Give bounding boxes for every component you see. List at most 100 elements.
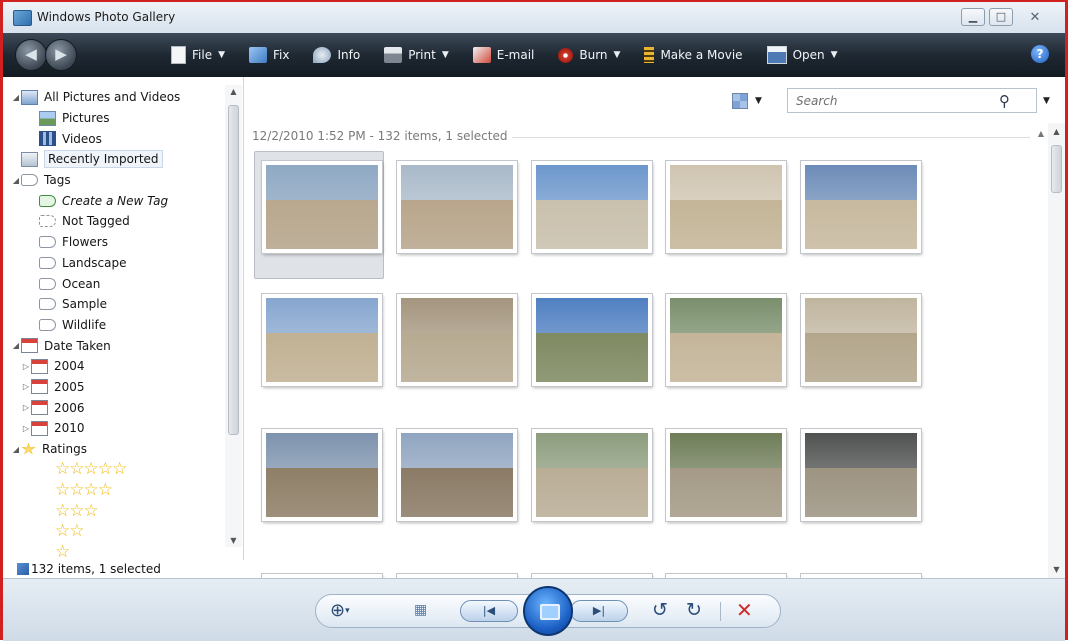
rotate-left-icon: ↺ <box>652 599 668 621</box>
nav-item-2004[interactable]: ▷ 2004 <box>3 356 225 377</box>
photo-thumbnail[interactable] <box>262 161 382 253</box>
nav-item-pictures[interactable]: Pictures <box>3 108 225 129</box>
toolbar-burn-button[interactable]: Burn ▼ <box>558 47 620 63</box>
photo-ground <box>266 468 378 517</box>
collapse-group-icon[interactable]: ▲ <box>1038 129 1044 138</box>
status-edit-icon <box>17 563 29 575</box>
toolbar-fix-button[interactable]: Fix <box>249 47 289 63</box>
nav-item-wildlife[interactable]: Wildlife <box>3 315 225 336</box>
collapsed-arrow-icon[interactable]: ▷ <box>21 382 31 391</box>
nav-item-flowers[interactable]: Flowers <box>3 232 225 253</box>
photo-thumbnail[interactable] <box>801 294 921 386</box>
toolbar-e-mail-button[interactable]: E-mail <box>472 47 535 63</box>
nav-item-2006[interactable]: ▷ 2006 <box>3 397 225 418</box>
nav-item-recently-imported[interactable]: Recently Imported <box>3 149 225 170</box>
close-button[interactable]: ✕ <box>1017 8 1053 26</box>
nav-item-ratings[interactable]: ◢ Ratings <box>3 439 225 460</box>
gallery-scroll-down-arrow-icon[interactable]: ▼ <box>1048 565 1065 574</box>
collapsed-arrow-icon[interactable]: ▷ <box>21 403 31 412</box>
date-group-header[interactable]: 12/2/2010 1:52 PM - 132 items, 1 selecte… <box>244 129 1044 145</box>
gallery-scrollbar-thumb[interactable] <box>1051 145 1062 193</box>
toolbar-info-button[interactable]: Info <box>313 47 360 63</box>
toolbar-print-button[interactable]: Print ▼ <box>384 47 449 63</box>
photo-sky <box>670 433 782 469</box>
photo-thumbnail[interactable] <box>666 161 786 253</box>
toolbar-item-label: Fix <box>273 48 290 62</box>
actual-size-button[interactable]: ▦ <box>414 602 427 618</box>
nav-item-label: Tags <box>44 173 71 188</box>
nav-scrollbar-thumb[interactable] <box>228 105 239 435</box>
expanded-arrow-icon[interactable]: ◢ <box>11 341 21 350</box>
nav-item-label: Create a New Tag <box>62 193 169 208</box>
zoom-button[interactable]: ⊕▾ <box>330 600 350 621</box>
photo-thumbnail[interactable] <box>262 294 382 386</box>
photo-thumbnail[interactable] <box>532 429 652 521</box>
toolbar-item-label: E-mail <box>496 48 535 62</box>
search-options-chevron-down-icon[interactable]: ▼ <box>1043 96 1050 106</box>
view-options-chevron-down-icon[interactable]: ▼ <box>755 96 762 106</box>
expanded-arrow-icon[interactable]: ◢ <box>11 176 21 185</box>
toolbar-item-label: Burn <box>579 48 608 62</box>
photo-ground <box>536 333 648 382</box>
toolbar-file-button[interactable]: File ▼ <box>171 46 225 64</box>
nav-item-all-pictures-and-videos[interactable]: ◢ All Pictures and Videos <box>3 87 225 108</box>
toolbar-make-a-movie-button[interactable]: Make a Movie <box>644 47 743 63</box>
photo-thumbnail[interactable] <box>666 294 786 386</box>
expanded-arrow-icon[interactable]: ◢ <box>11 445 21 454</box>
previous-button[interactable]: |◀ <box>460 600 518 622</box>
collapsed-arrow-icon[interactable]: ▷ <box>21 424 31 433</box>
gallery-scrollbar[interactable]: ▲ ▼ <box>1048 123 1065 578</box>
photo-ground <box>670 200 782 249</box>
nav-item-sample[interactable]: Sample <box>3 294 225 315</box>
nav-item-videos[interactable]: Videos <box>3 128 225 149</box>
title-bar: Windows Photo Gallery ▁ □ ✕ <box>3 2 1065 33</box>
scroll-up-arrow-icon[interactable]: ▲ <box>225 87 242 96</box>
nav-item-create-a-new-tag[interactable]: Create a New Tag <box>3 190 225 211</box>
back-button[interactable]: ◀ <box>15 39 47 71</box>
rating-2-stars[interactable]: ☆☆ <box>3 521 225 542</box>
rating-5-stars[interactable]: ☆☆☆☆☆ <box>3 459 225 480</box>
forward-button[interactable]: ▶ <box>45 39 77 71</box>
search-input[interactable] <box>788 89 1014 112</box>
fix-icon <box>249 47 268 63</box>
photo-thumbnail[interactable] <box>801 429 921 521</box>
tag-icon <box>39 256 56 269</box>
thumbnail-view-icon[interactable] <box>732 93 748 109</box>
nav-item-2010[interactable]: ▷ 2010 <box>3 418 225 439</box>
toolbar-open-button[interactable]: Open ▼ <box>766 46 838 64</box>
nav-item-2005[interactable]: ▷ 2005 <box>3 377 225 398</box>
rotate-clockwise-button[interactable]: ↻ <box>686 599 702 621</box>
photo-thumbnail[interactable] <box>262 429 382 521</box>
gallery-scroll-up-arrow-icon[interactable]: ▲ <box>1048 127 1065 136</box>
photo-thumbnail[interactable] <box>397 294 517 386</box>
tag-icon <box>39 318 56 331</box>
delete-button[interactable]: ✕ <box>736 598 753 622</box>
nav-item-landscape[interactable]: Landscape <box>3 253 225 274</box>
photo-thumbnail[interactable] <box>532 294 652 386</box>
nav-item-not-tagged[interactable]: Not Tagged <box>3 211 225 232</box>
nav-item-date-taken[interactable]: ◢ Date Taken <box>3 335 225 356</box>
photo-thumbnail[interactable] <box>666 429 786 521</box>
photo-thumbnail[interactable] <box>532 161 652 253</box>
play-slide-show-button[interactable] <box>523 586 573 636</box>
rating-3-stars[interactable]: ☆☆☆ <box>3 501 225 522</box>
nav-scrollbar[interactable]: ▲ ▼ <box>225 85 242 547</box>
help-icon[interactable]: ? <box>1031 45 1049 63</box>
scroll-down-arrow-icon[interactable]: ▼ <box>225 536 242 545</box>
next-button[interactable]: ▶| <box>570 600 628 622</box>
photo-sky <box>805 298 917 334</box>
nav-item-ocean[interactable]: Ocean <box>3 273 225 294</box>
photo-thumbnail[interactable] <box>801 161 921 253</box>
expanded-arrow-icon[interactable]: ◢ <box>11 93 21 102</box>
collapsed-arrow-icon[interactable]: ▷ <box>21 362 31 371</box>
search-icon[interactable]: ⚲ <box>999 92 1010 110</box>
minimize-button[interactable]: ▁ <box>961 8 985 26</box>
photo-thumbnail[interactable] <box>397 161 517 253</box>
photo-thumbnail[interactable] <box>397 429 517 521</box>
maximize-button[interactable]: □ <box>989 8 1013 26</box>
pictures-folder-icon <box>21 89 38 105</box>
rotate-counterclockwise-button[interactable]: ↺ <box>652 599 668 621</box>
rating-4-stars[interactable]: ☆☆☆☆ <box>3 480 225 501</box>
email-icon <box>472 47 491 63</box>
nav-item-tags[interactable]: ◢ Tags <box>3 170 225 191</box>
